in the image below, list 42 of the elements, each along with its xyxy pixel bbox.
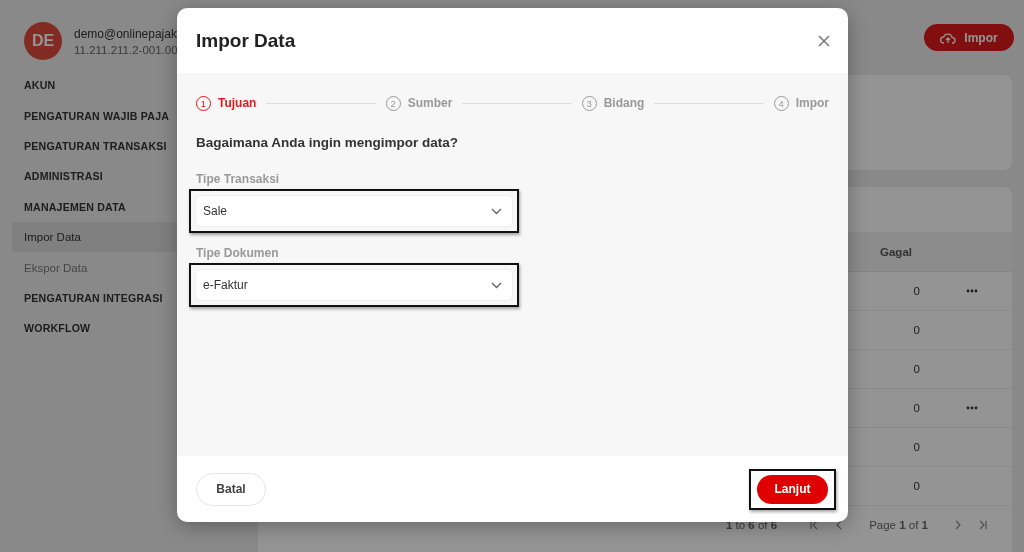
sidebar-item[interactable]: PENGATURAN TRANSAKSI [0, 130, 167, 162]
sidebar-item[interactable]: Impor Data [12, 221, 177, 253]
chevron-down-icon [491, 207, 502, 215]
next-page-icon[interactable] [954, 520, 962, 530]
close-icon[interactable] [818, 34, 830, 47]
step: 4 Impor [773, 95, 829, 111]
select-field[interactable]: e-Faktur [195, 269, 513, 301]
user-email: demo@onlinepajak [74, 26, 178, 41]
sidebar-item[interactable]: WORKFLOW [0, 313, 91, 344]
next-button[interactable]: Lanjut [757, 474, 828, 504]
tax-id: 11.211.211.2-001.00 [74, 43, 178, 56]
step: 2 Sumber [385, 95, 453, 111]
column-header: Gagal [880, 245, 912, 258]
first-page-icon[interactable] [809, 520, 820, 530]
import-button[interactable]: Impor [924, 24, 1014, 51]
step: 3 Bidang [581, 95, 645, 111]
cancel-button[interactable]: Batal [196, 472, 266, 506]
last-page-icon[interactable] [978, 520, 988, 530]
avatar: DE [24, 22, 62, 60]
more-icon[interactable] [966, 406, 978, 410]
page-indicator: Page 1 of 1 [869, 519, 928, 531]
sidebar-item[interactable]: ADMINISTRASI [0, 161, 103, 192]
sidebar-item[interactable]: Ekspor Data [12, 252, 177, 283]
chevron-down-icon [491, 281, 502, 289]
select-field[interactable]: Sale [195, 195, 513, 227]
sidebar-item[interactable]: MANAJEMEN DATA [0, 191, 126, 222]
step: 1 Tujuan [196, 95, 257, 111]
sidebar-item[interactable]: AKUN [0, 70, 56, 101]
question-text: Bagaimana Anda ingin mengimpor data? [196, 135, 460, 150]
table-cell: 0 [913, 285, 920, 297]
table-cell: 0 [913, 363, 920, 375]
cloud-upload-icon [940, 31, 957, 44]
table-cell: 0 [913, 402, 920, 414]
sidebar-item[interactable]: PENGATURAN INTEGRASI [0, 282, 163, 314]
sidebar-item[interactable]: PENGATURAN WAJIB PAJA [0, 100, 170, 131]
table-cell: 0 [913, 480, 920, 492]
field-label: Tipe Transaksi [196, 172, 281, 186]
table-cell: 0 [913, 441, 920, 453]
dialog-title: Impor Data [196, 29, 296, 52]
table-cell: 0 [913, 324, 920, 336]
more-icon[interactable] [966, 289, 978, 293]
field-label: Tipe Dokumen [196, 246, 280, 260]
